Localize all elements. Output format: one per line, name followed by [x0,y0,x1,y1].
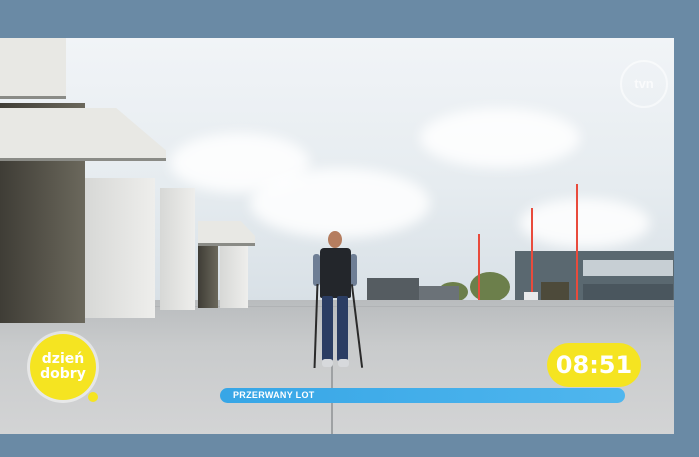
hangar-wall [85,178,155,318]
news-ticker: PRZERWANY LOT [220,388,625,403]
logo-dot [88,392,98,402]
ticker-headline: PRZERWANY LOT [233,390,315,400]
logo-line-1: dzień [41,351,85,367]
person-shoe [322,359,333,367]
distant-building [367,278,419,302]
tree [470,272,510,302]
logo-line-2: dobry [40,366,86,382]
person-shoe [338,359,349,367]
hangar-wall [160,188,195,310]
dzien-dobry-logo-icon: dzień dobry [30,334,96,400]
light-pole [531,208,533,302]
cloud [250,168,430,238]
person-torso [320,248,351,298]
person-leg [322,296,333,361]
broadcast-clock: 08:51 [547,343,641,387]
terminal-building-band [583,260,673,276]
cloud [520,198,650,248]
person-arm [350,254,357,286]
person-leg [337,296,348,361]
cloud [420,108,580,168]
person-head [328,231,342,248]
light-pole [576,184,578,302]
tvn-watermark-icon: tvn [620,60,668,108]
hangar-wall [220,238,248,308]
light-pole [478,234,480,302]
hangar-roof [0,38,66,99]
person-arm [313,254,320,286]
